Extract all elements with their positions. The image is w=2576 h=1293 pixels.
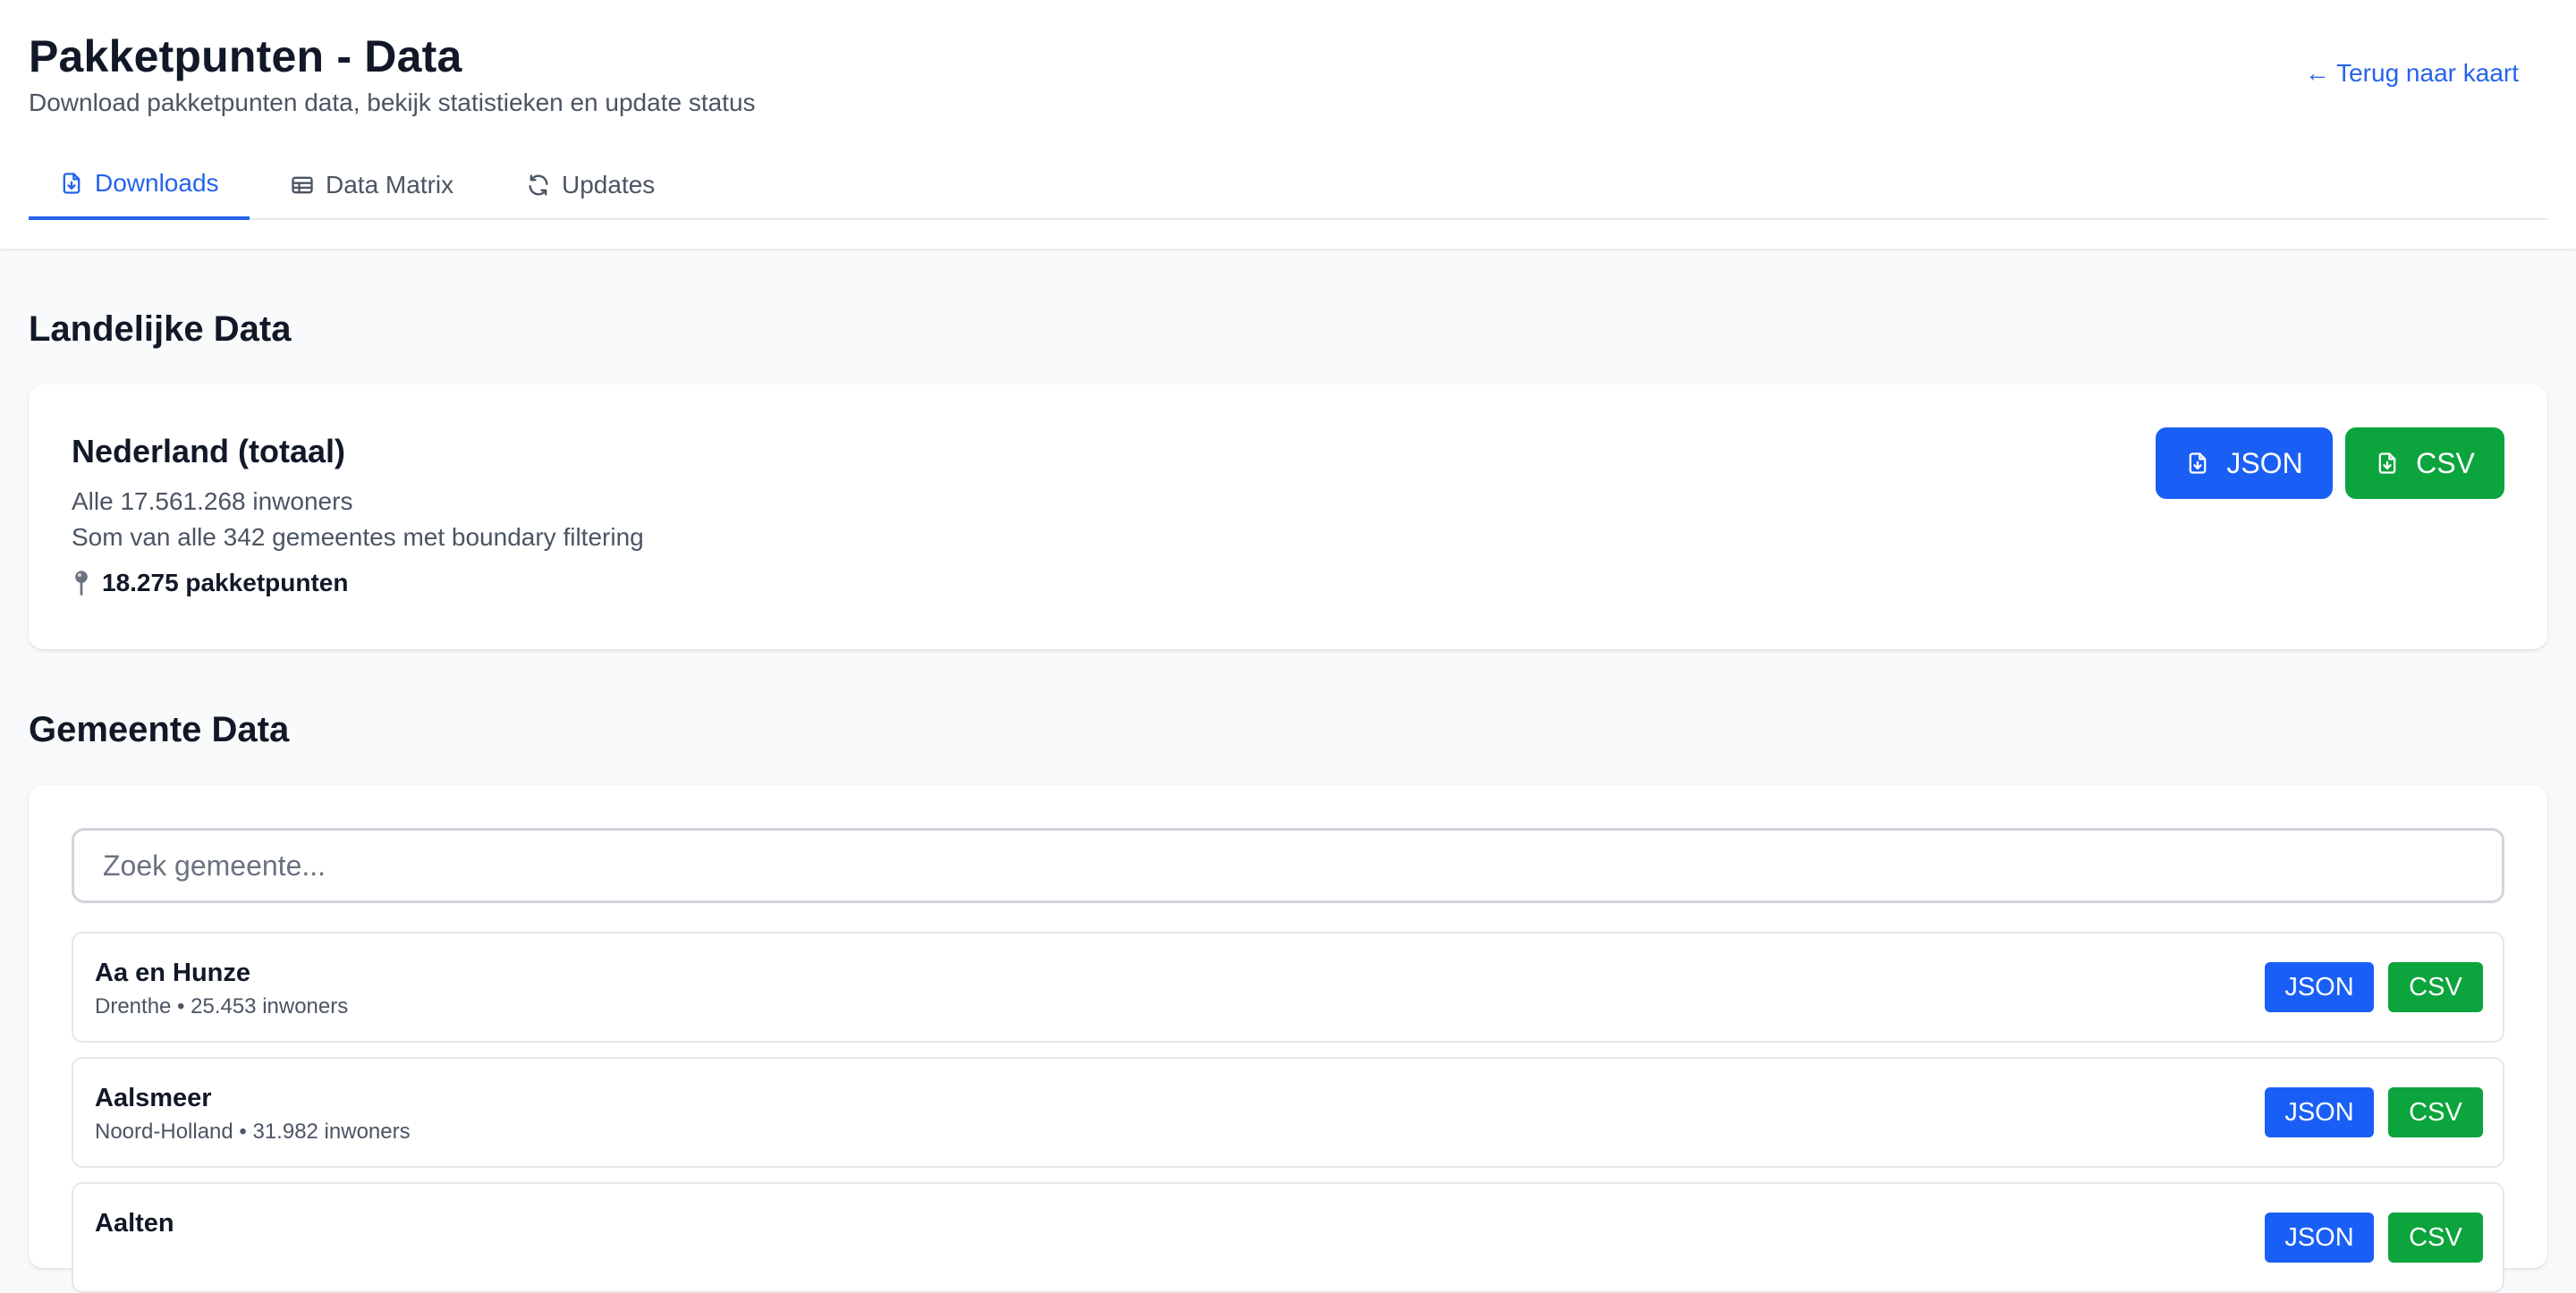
municipal-section-title: Gemeente Data (29, 710, 290, 749)
municipality-name: Aalsmeer (95, 1084, 212, 1112)
municipality-json-button[interactable]: JSON (2265, 1087, 2374, 1137)
file-download-icon (2378, 452, 2396, 474)
national-count-label: 18.275 pakketpunten (102, 569, 349, 596)
tab-label: Data Matrix (326, 171, 454, 199)
municipality-csv-button[interactable]: CSV (2388, 1087, 2483, 1137)
municipality-name: Aalten (95, 1209, 174, 1238)
municipal-card: Aa en Hunze Drenthe • 25.453 inwoners JS… (29, 785, 2547, 1293)
municipality-name: Aa en Hunze (95, 959, 251, 987)
national-section-title: Landelijke Data (29, 309, 292, 349)
municipality-search-input[interactable] (72, 828, 2504, 903)
municipality-json-button[interactable]: JSON (2265, 962, 2374, 1012)
municipality-json-button[interactable]: JSON (2265, 1213, 2374, 1263)
refresh-icon (529, 174, 548, 196)
municipality-details: Drenthe • 25.453 inwoners (95, 994, 349, 1018)
municipality-csv-button[interactable]: CSV (2388, 1213, 2483, 1263)
municipality-details: Noord-Holland • 31.982 inwoners (95, 1120, 411, 1144)
tab-label: Downloads (95, 169, 219, 197)
back-to-map-link[interactable]: ← Terug naar kaart (2305, 59, 2519, 88)
button-label: JSON (2226, 446, 2303, 479)
page-title: Pakketpunten - Data (29, 31, 462, 81)
file-download-icon (63, 173, 80, 194)
file-download-icon (2189, 452, 2207, 474)
page-subtitle: Download pakketpunten data, bekijk stati… (29, 89, 756, 116)
national-population: Alle 17.561.268 inwoners (72, 487, 353, 515)
tab-downloads[interactable]: Downloads (29, 150, 250, 220)
national-description: Som van alle 342 gemeentes met boundary … (72, 523, 644, 551)
national-name: Nederland (totaal) (72, 433, 346, 469)
tab-label: Updates (562, 171, 656, 199)
tab-updates[interactable]: Updates (496, 150, 685, 220)
national-json-button[interactable]: JSON (2156, 427, 2333, 499)
button-label: CSV (2416, 446, 2475, 479)
tab-data-matrix[interactable]: Data Matrix (259, 150, 484, 220)
municipality-row: Aalsmeer Noord-Holland • 31.982 inwoners… (72, 1057, 2504, 1168)
page-header: Pakketpunten - Data Download pakketpunte… (0, 0, 2576, 249)
municipality-csv-button[interactable]: CSV (2388, 962, 2483, 1012)
municipality-row: Aalten JSON CSV (72, 1182, 2504, 1293)
national-pickup-count: 18.275 pakketpunten (72, 569, 348, 597)
map-pin-icon (75, 570, 88, 596)
tab-bar: Downloads Data Matrix Updates (29, 150, 2547, 220)
national-card: Nederland (totaal) Alle 17.561.268 inwon… (29, 385, 2547, 649)
table-icon (292, 176, 313, 194)
municipality-row: Aa en Hunze Drenthe • 25.453 inwoners JS… (72, 932, 2504, 1043)
national-csv-button[interactable]: CSV (2345, 427, 2504, 499)
